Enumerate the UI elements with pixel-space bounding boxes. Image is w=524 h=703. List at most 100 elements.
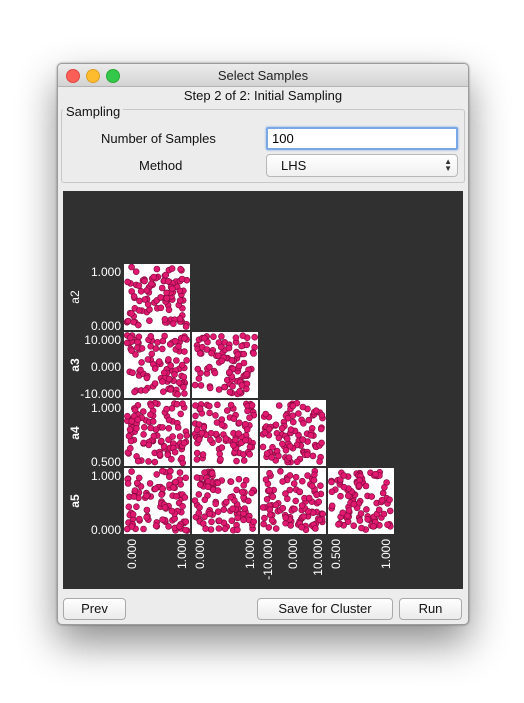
sample-point: [285, 454, 293, 461]
sample-point: [158, 437, 165, 445]
sample-point: [316, 458, 323, 465]
sample-point: [263, 450, 271, 457]
sample-point: [143, 513, 150, 521]
sample-point: [304, 472, 311, 479]
sample-point: [350, 522, 358, 530]
sample-point: [312, 525, 319, 532]
sample-point: [173, 400, 181, 408]
sample-point: [176, 297, 184, 304]
method-select-value: LHS: [281, 158, 307, 173]
sample-point: [259, 443, 267, 451]
sample-point: [181, 494, 189, 501]
sample-point: [300, 513, 308, 520]
dialog-window: Select Samples Step 2 of 2: Initial Samp…: [57, 63, 469, 625]
sample-point: [169, 433, 176, 440]
sample-point: [381, 484, 388, 491]
sample-point: [215, 436, 222, 443]
samples-input-value: 100: [272, 131, 294, 146]
sample-point: [143, 492, 150, 500]
sample-point: [182, 323, 190, 330]
sample-point: [182, 526, 189, 534]
sample-point: [221, 383, 228, 391]
sample-point: [126, 426, 134, 433]
sample-point: [356, 517, 364, 524]
sample-point: [304, 508, 312, 515]
sample-point: [165, 425, 173, 432]
sample-point: [203, 346, 211, 353]
sample-point: [266, 469, 273, 477]
sample-point: [328, 502, 336, 510]
y-tick-label: 0.500: [91, 455, 121, 469]
sample-point: [284, 495, 291, 503]
sample-point: [235, 475, 243, 483]
sample-point: [193, 449, 201, 457]
sample-point: [238, 342, 245, 350]
sample-point: [269, 493, 277, 501]
sample-point: [386, 496, 393, 504]
sample-point: [379, 489, 387, 497]
sample-point: [275, 402, 283, 409]
sample-point: [152, 345, 160, 352]
sample-point: [182, 474, 189, 482]
run-button[interactable]: Run: [399, 598, 462, 620]
y-tick-label: 0.000: [91, 319, 121, 333]
sample-point: [180, 383, 187, 391]
sample-point: [244, 407, 251, 415]
sample-point: [364, 515, 372, 523]
sample-point: [234, 514, 241, 522]
y-tick-label: 1.000: [91, 401, 121, 415]
sample-point: [375, 506, 383, 514]
sample-point: [159, 378, 166, 385]
sample-point: [310, 476, 318, 484]
sample-point: [125, 317, 132, 325]
sample-point: [308, 482, 316, 490]
row-variable-label: a4: [68, 426, 82, 440]
sample-point: [296, 488, 303, 496]
sample-point: [181, 335, 188, 342]
sample-point: [199, 451, 207, 458]
sample-point: [238, 382, 246, 389]
samples-input[interactable]: 100: [266, 127, 458, 150]
sample-point: [339, 509, 347, 517]
sample-point: [159, 516, 166, 524]
sample-point: [215, 525, 223, 532]
sample-point: [234, 351, 241, 358]
sample-point: [130, 293, 138, 300]
sample-point: [272, 421, 280, 429]
save-for-cluster-button[interactable]: Save for Cluster: [257, 598, 393, 620]
sample-point: [167, 467, 174, 475]
sample-point: [328, 488, 336, 496]
sample-point: [312, 407, 320, 414]
sample-point: [165, 356, 172, 363]
sample-point: [147, 424, 155, 432]
sample-point: [197, 382, 205, 389]
sample-point: [210, 333, 217, 340]
sample-point: [372, 470, 379, 478]
sample-point: [191, 497, 199, 504]
sample-point: [153, 265, 161, 273]
sample-point: [181, 390, 188, 397]
sample-point: [248, 489, 255, 497]
sample-point: [266, 511, 274, 519]
sample-point: [358, 524, 365, 532]
sample-point: [127, 444, 134, 452]
prev-button[interactable]: Prev: [63, 598, 126, 620]
sample-point: [215, 386, 223, 393]
sample-point: [173, 357, 180, 364]
sample-point: [155, 358, 163, 365]
sample-point: [147, 402, 155, 409]
step-label: Step 2 of 2: Initial Sampling: [183, 88, 343, 103]
sample-point: [206, 510, 214, 518]
sample-point: [159, 485, 166, 493]
sample-point: [198, 429, 206, 437]
sample-point: [178, 454, 186, 462]
sample-point: [225, 344, 233, 352]
sample-point: [233, 486, 240, 494]
sample-point: [143, 506, 151, 514]
method-select[interactable]: LHS ▲ ▼: [266, 154, 458, 177]
sample-point: [194, 365, 202, 373]
sample-point: [248, 402, 256, 409]
sample-point: [195, 375, 203, 382]
sample-point: [168, 455, 175, 463]
y-tick-label: 10.000: [84, 333, 121, 347]
